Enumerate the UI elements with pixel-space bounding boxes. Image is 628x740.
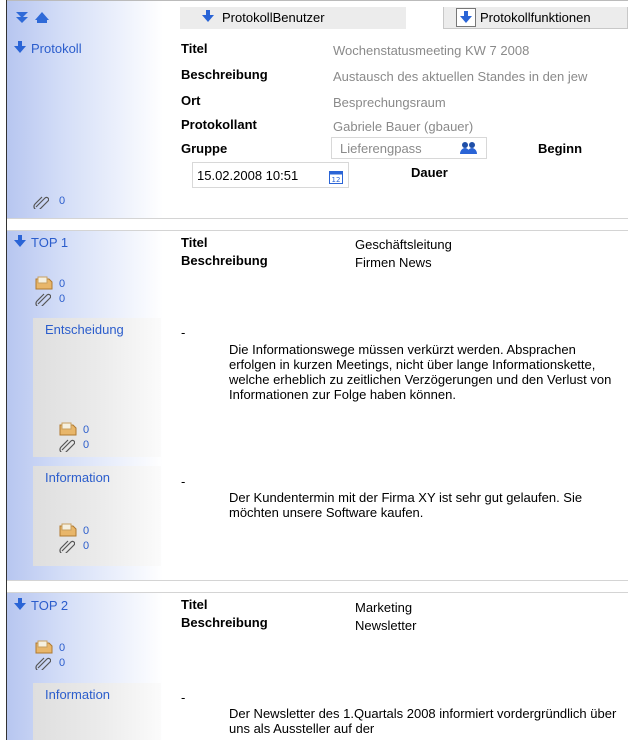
top1-titel-value: Geschäftsleitung: [355, 237, 452, 252]
top1-beschreibung-value: Firmen News: [355, 255, 432, 270]
note-icon[interactable]: [35, 276, 53, 290]
group-users-icon[interactable]: [460, 141, 478, 155]
arrow-down-icon[interactable]: [14, 40, 26, 54]
paperclip-icon[interactable]: [59, 438, 75, 452]
attachment-count[interactable]: 0: [59, 293, 65, 305]
arrow-down-icon: [456, 8, 476, 27]
note-count[interactable]: 0: [59, 278, 65, 290]
entscheidung-panel: [33, 318, 161, 457]
information-dash: -: [181, 474, 186, 489]
beschreibung-label: Beschreibung: [181, 67, 268, 82]
information-label[interactable]: Information: [45, 687, 110, 702]
information-text: Der Kundentermin mit der Firma XY ist se…: [229, 490, 583, 520]
collapse-all-icon[interactable]: [14, 11, 30, 25]
top1-label[interactable]: TOP 1: [31, 235, 68, 250]
top2-label[interactable]: TOP 2: [31, 598, 68, 613]
beginn-label: Beginn: [538, 141, 583, 156]
gruppe-label: Gruppe: [181, 141, 228, 156]
paperclip-icon[interactable]: [33, 195, 49, 209]
entscheidung-dash: -: [181, 325, 186, 340]
titel-label: Titel: [181, 41, 208, 56]
toolbar-tab-protokollfunktionen[interactable]: Protokollfunktionen: [443, 7, 628, 29]
note-icon[interactable]: [59, 523, 77, 537]
information-label[interactable]: Information: [45, 470, 110, 485]
note-count[interactable]: 0: [83, 525, 89, 537]
attachment-count[interactable]: 0: [59, 195, 65, 207]
ort-value: Besprechungsraum: [333, 95, 446, 110]
attachment-count[interactable]: 0: [83, 540, 89, 552]
tab-label: Protokollfunktionen: [480, 10, 591, 25]
top2-titel-value: Marketing: [355, 600, 413, 615]
protokollant-value: Gabriele Bauer (gbauer): [333, 119, 474, 134]
information-text: Der Newsletter des 1.Quartals 2008 infor…: [229, 706, 617, 736]
top1-titel-label: Titel: [181, 235, 208, 250]
tab-label: ProtokollBenutzer: [222, 10, 325, 25]
top2-titel-label: Titel: [181, 597, 208, 612]
section-label-protokoll[interactable]: Protokoll: [31, 41, 82, 56]
frame-border: [6, 0, 7, 740]
divider: [7, 230, 628, 231]
entscheidung-text: Die Informationswege müssen verkürzt wer…: [229, 342, 612, 402]
gruppe-value: Lieferengpass: [340, 141, 422, 156]
paperclip-icon[interactable]: [59, 539, 75, 553]
paperclip-icon[interactable]: [35, 292, 51, 306]
paperclip-icon[interactable]: [35, 656, 51, 670]
attachment-count[interactable]: 0: [59, 657, 65, 669]
arrow-down-icon: [202, 9, 214, 23]
attachment-count[interactable]: 0: [83, 439, 89, 451]
expand-all-icon[interactable]: [34, 11, 50, 25]
toolbar-tab-protokollbenutzer[interactable]: ProtokollBenutzer: [180, 7, 406, 29]
titel-value: Wochenstatusmeeting KW 7 2008: [333, 43, 530, 58]
beginn-value: 15.02.2008 10:51: [197, 168, 299, 183]
note-icon[interactable]: [35, 640, 53, 654]
note-icon[interactable]: [59, 422, 77, 436]
top2-beschreibung-value: Newsletter: [355, 618, 417, 633]
svg-text:12: 12: [332, 176, 341, 184]
arrow-down-icon[interactable]: [14, 234, 26, 248]
beginn-date-field[interactable]: 15.02.2008 10:51 12: [192, 162, 349, 188]
top2-beschreibung-label: Beschreibung: [181, 615, 268, 630]
divider: [7, 592, 628, 593]
note-count[interactable]: 0: [83, 424, 89, 436]
protokoll-sidebar: [7, 1, 163, 219]
entscheidung-label[interactable]: Entscheidung: [45, 322, 124, 337]
divider: [7, 580, 628, 581]
beschreibung-value: Austausch des aktuellen Standes in den j…: [333, 69, 588, 84]
gruppe-field[interactable]: Lieferengpass: [331, 137, 487, 159]
dauer-label: Dauer: [411, 165, 448, 180]
protokollant-label: Protokollant: [181, 117, 257, 132]
information-dash: -: [181, 690, 186, 705]
ort-label: Ort: [181, 93, 201, 108]
arrow-down-icon[interactable]: [14, 597, 26, 611]
calendar-icon[interactable]: 12: [329, 170, 343, 184]
divider: [7, 218, 628, 219]
note-count[interactable]: 0: [59, 642, 65, 654]
top1-beschreibung-label: Beschreibung: [181, 253, 268, 268]
